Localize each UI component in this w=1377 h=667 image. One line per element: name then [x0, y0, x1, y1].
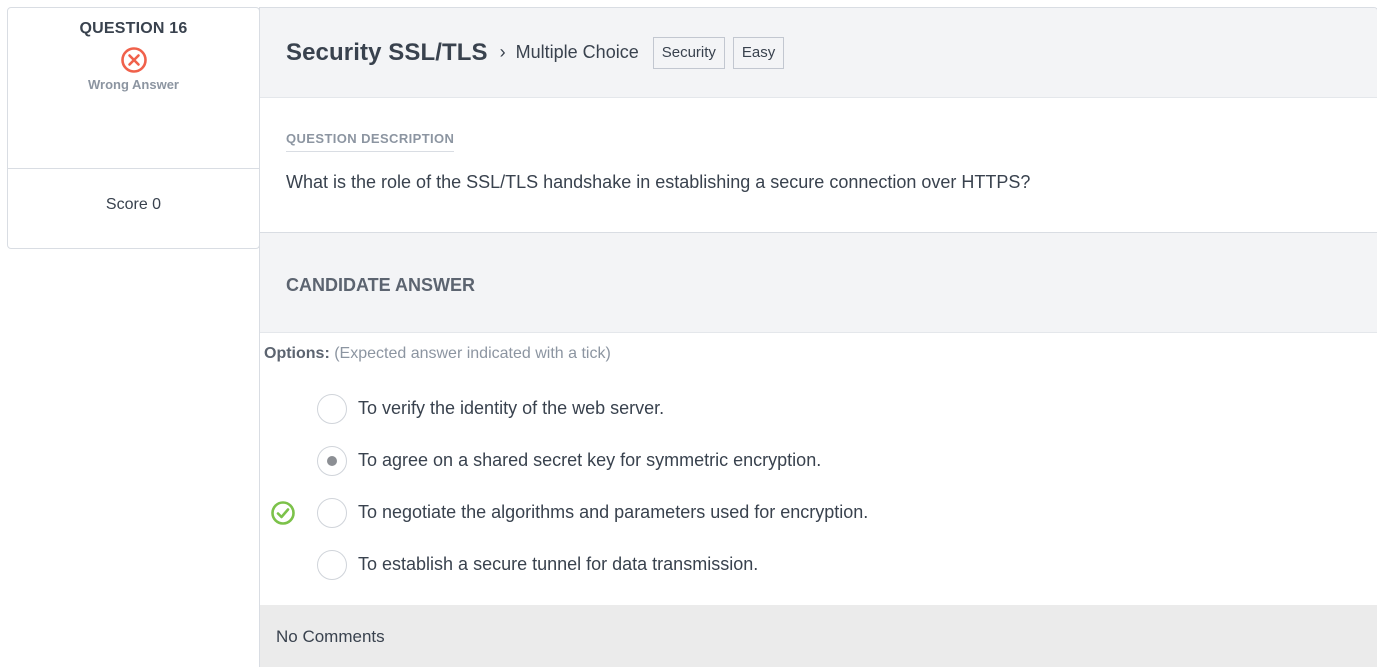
option-text: To agree on a shared secret key for symm…: [358, 450, 822, 470]
option-3: To negotiate the algorithms and paramete…: [260, 487, 1377, 539]
question-title: Security SSL/TLS: [286, 38, 488, 66]
question-number: QUESTION 16: [79, 20, 188, 37]
description-text: What is the role of the SSL/TLS handshak…: [286, 172, 1031, 192]
option-1: To verify the identity of the web server…: [260, 383, 1377, 435]
tag-difficulty: Easy: [732, 36, 785, 69]
option-text: To verify the identity of the web server…: [358, 398, 665, 418]
comments-section: No Comments: [260, 605, 1377, 667]
options-list: To verify the identity of the web server…: [260, 383, 1377, 591]
question-description: QUESTION DESCRIPTION What is the role of…: [260, 98, 1377, 233]
option-text: To establish a secure tunnel for data tr…: [358, 554, 759, 574]
tag-security: Security: [652, 36, 725, 69]
chevron-right-icon: ›: [499, 42, 506, 62]
question-detail-panel: Security SSL/TLS › Multiple Choice Secur…: [259, 7, 1377, 667]
question-summary-card: QUESTION 16 Wrong Answer Score 0: [7, 7, 260, 249]
x-circle-icon: [120, 47, 147, 73]
radio-button: [317, 498, 347, 528]
radio-button: [317, 550, 347, 580]
radio-button: [317, 394, 347, 424]
options-label-text: Options:: [264, 345, 330, 362]
option-text: To negotiate the algorithms and paramete…: [358, 502, 869, 522]
candidate-answer-title: CANDIDATE ANSWER: [286, 275, 475, 295]
options-hint: (Expected answer indicated with a tick): [334, 345, 611, 362]
check-circle-icon: [271, 501, 295, 525]
options-label: Options: (Expected answer indicated with…: [264, 345, 1377, 363]
question-header: Security SSL/TLS › Multiple Choice Secur…: [260, 8, 1377, 98]
question-type: Multiple Choice: [515, 42, 639, 62]
radio-dot-icon: [327, 456, 337, 466]
radio-button-selected: [317, 446, 347, 476]
question-status-section: QUESTION 16 Wrong Answer: [8, 8, 259, 169]
status-text: Wrong Answer: [87, 77, 179, 92]
score-text: Score 0: [105, 196, 162, 213]
description-label: QUESTION DESCRIPTION: [286, 131, 455, 152]
option-2: To agree on a shared secret key for symm…: [260, 435, 1377, 487]
candidate-answer-header: CANDIDATE ANSWER: [260, 233, 1377, 333]
option-4: To establish a secure tunnel for data tr…: [260, 539, 1377, 591]
